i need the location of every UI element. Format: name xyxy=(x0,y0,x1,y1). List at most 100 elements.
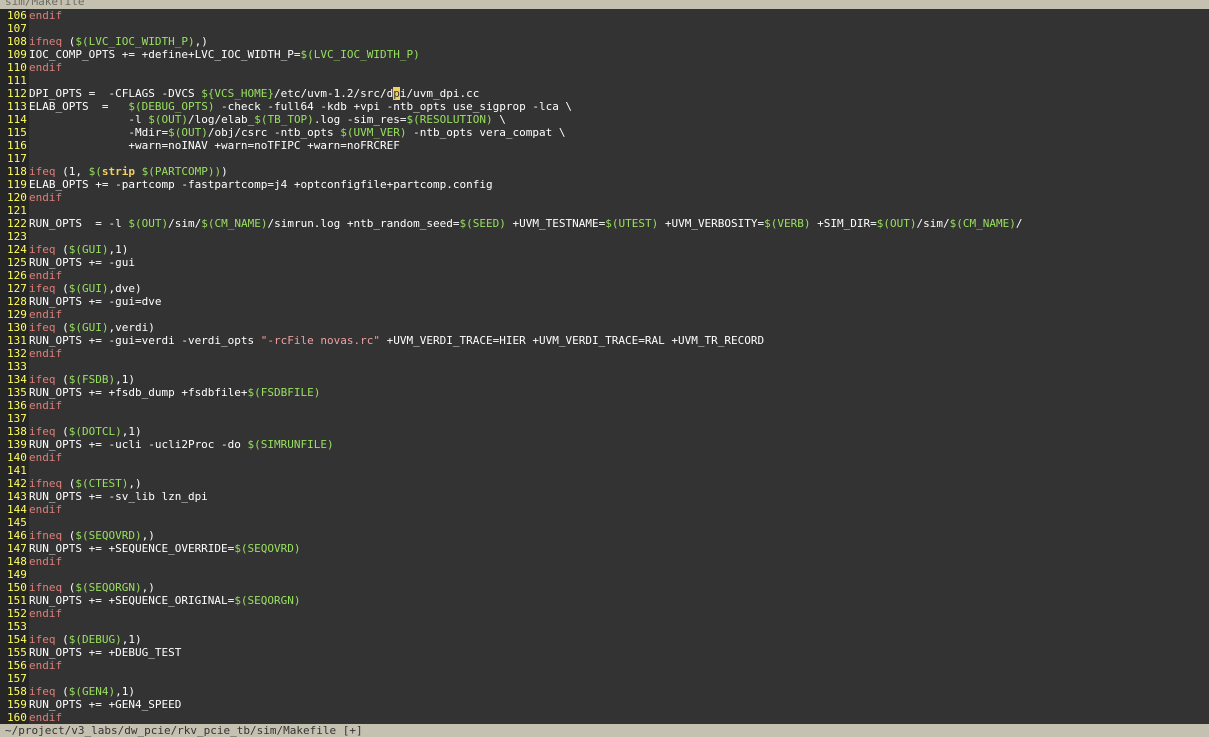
code-line[interactable]: 136 endif xyxy=(0,399,1209,412)
code-line[interactable]: 159 RUN_OPTS += +GEN4_SPEED xyxy=(0,698,1209,711)
code-line[interactable]: 106 endif xyxy=(0,9,1209,22)
code-line[interactable]: 152 endif xyxy=(0,607,1209,620)
code-line[interactable]: 153 xyxy=(0,620,1209,633)
code-line[interactable]: 107 xyxy=(0,22,1209,35)
code-line[interactable]: 146 ifneq ($(SEQOVRD),) xyxy=(0,529,1209,542)
line-number: 127 xyxy=(0,282,29,295)
code-token: $(SEQORGN) xyxy=(75,581,142,594)
editor-buffer[interactable]: 106 endif 107 108 ifneq ($(LVC_IOC_WIDTH_P),… xyxy=(0,9,1209,724)
code-token: ELAB_OPTS += -partcomp -fastpartcomp=j4 … xyxy=(29,178,493,191)
line-code: ifneq ($(SEQOVRD),) xyxy=(29,529,155,542)
code-token: /obj/csrc -ntb_opts xyxy=(207,126,341,139)
code-line[interactable]: 137 xyxy=(0,412,1209,425)
line-code: ifeq ($(DEBUG),1) xyxy=(29,633,142,646)
code-token: endif xyxy=(29,607,63,620)
code-token: endif xyxy=(29,451,63,464)
line-number: 159 xyxy=(0,698,29,711)
code-line[interactable]: 128 RUN_OPTS += -gui=dve xyxy=(0,295,1209,308)
line-code: endif xyxy=(29,347,62,360)
code-token: ( xyxy=(55,685,69,698)
code-line[interactable]: 139 RUN_OPTS += -ucli -ucli2Proc -do $(SI… xyxy=(0,438,1209,451)
code-line[interactable]: 120 endif xyxy=(0,191,1209,204)
code-line[interactable]: 117 xyxy=(0,152,1209,165)
code-line[interactable]: 158 ifeq ($(GEN4),1) xyxy=(0,685,1209,698)
code-line[interactable]: 118 ifeq (1, $(strip $(PARTCOMP))) xyxy=(0,165,1209,178)
code-line[interactable]: 149 xyxy=(0,568,1209,581)
code-line[interactable]: 135 RUN_OPTS += +fsdb_dump +fsdbfile+$(FS… xyxy=(0,386,1209,399)
code-line[interactable]: 109 IOC_COMP_OPTS += +define+LVC_IOC_WIDT… xyxy=(0,48,1209,61)
code-line[interactable]: 130 ifeq ($(GUI),verdi) xyxy=(0,321,1209,334)
code-line[interactable]: 111 xyxy=(0,74,1209,87)
code-line[interactable]: 113 ELAB_OPTS = $(DEBUG_OPTS) -check -ful… xyxy=(0,100,1209,113)
code-line[interactable]: 138 ifeq ($(DOTCL),1) xyxy=(0,425,1209,438)
code-token: RUN_OPTS += -gui=verdi -verdi_opts xyxy=(29,334,261,347)
code-token: ifneq xyxy=(29,35,63,48)
line-number: 141 xyxy=(0,464,29,477)
code-line[interactable]: 115 -Mdir=$(OUT)/obj/csrc -ntb_opts $(UV… xyxy=(0,126,1209,139)
code-line[interactable]: 144 endif xyxy=(0,503,1209,516)
line-code: endif xyxy=(29,399,62,412)
code-line[interactable]: 129 endif xyxy=(0,308,1209,321)
code-line[interactable]: 108 ifneq ($(LVC_IOC_WIDTH_P),) xyxy=(0,35,1209,48)
line-code: +warn=noINAV +warn=noTFIPC +warn=noFRCRE… xyxy=(29,139,400,152)
code-line[interactable]: 119 ELAB_OPTS += -partcomp -fastpartcomp=… xyxy=(0,178,1209,191)
line-number: 125 xyxy=(0,256,29,269)
code-line[interactable]: 147 RUN_OPTS += +SEQUENCE_OVERRIDE=$(SEQO… xyxy=(0,542,1209,555)
line-number: 110 xyxy=(0,61,29,74)
code-line[interactable]: 114 -l $(OUT)/log/elab_$(TB_TOP).log -si… xyxy=(0,113,1209,126)
code-token: -check -full64 -kdb +vpi -ntb_opts use_s… xyxy=(214,100,573,113)
code-line[interactable]: 148 endif xyxy=(0,555,1209,568)
code-token: RUN_OPTS += +SEQUENCE_ORIGINAL= xyxy=(29,594,235,607)
code-line[interactable]: 122 RUN_OPTS = -l $(OUT)/sim/$(CM_NAME)/s… xyxy=(0,217,1209,230)
code-token: /etc/uvm-1.2/src/d xyxy=(274,87,394,100)
line-number: 128 xyxy=(0,295,29,308)
code-line[interactable]: 141 xyxy=(0,464,1209,477)
code-token: endif xyxy=(29,555,63,568)
code-line[interactable]: 160 endif xyxy=(0,711,1209,724)
code-line[interactable]: 132 endif xyxy=(0,347,1209,360)
code-line[interactable]: 155 RUN_OPTS += +DEBUG_TEST xyxy=(0,646,1209,659)
code-line[interactable]: 154 ifeq ($(DEBUG),1) xyxy=(0,633,1209,646)
code-token: /sim/ xyxy=(168,217,202,230)
code-token: $(CM_NAME) xyxy=(949,217,1016,230)
code-line[interactable]: 125 RUN_OPTS += -gui xyxy=(0,256,1209,269)
code-line[interactable]: 156 endif xyxy=(0,659,1209,672)
code-token: /simrun.log +ntb_random_seed= xyxy=(267,217,460,230)
code-line[interactable]: 151 RUN_OPTS += +SEQUENCE_ORIGINAL=$(SEQO… xyxy=(0,594,1209,607)
code-line[interactable]: 124 ifeq ($(GUI),1) xyxy=(0,243,1209,256)
code-token: -ntb_opts vera_compat \ xyxy=(406,126,566,139)
code-token: $(CTEST) xyxy=(75,477,129,490)
code-line[interactable]: 112 DPI_OPTS = -CFLAGS -DVCS ${VCS_HOME}/… xyxy=(0,87,1209,100)
code-line[interactable]: 123 xyxy=(0,230,1209,243)
code-line[interactable]: 150 ifneq ($(SEQORGN),) xyxy=(0,581,1209,594)
code-line[interactable]: 121 xyxy=(0,204,1209,217)
line-number: 117 xyxy=(0,152,29,165)
line-code: endif xyxy=(29,503,62,516)
line-number: 150 xyxy=(0,581,29,594)
code-line[interactable]: 126 endif xyxy=(0,269,1209,282)
code-line[interactable]: 140 endif xyxy=(0,451,1209,464)
code-line[interactable]: 145 xyxy=(0,516,1209,529)
code-line[interactable]: 143 RUN_OPTS += -sv_lib lzn_dpi xyxy=(0,490,1209,503)
tabline: sim/Makefile xyxy=(0,0,1209,9)
code-line[interactable]: 134 ifeq ($(FSDB),1) xyxy=(0,373,1209,386)
line-number: 152 xyxy=(0,607,29,620)
code-token: $(OUT) xyxy=(128,217,169,230)
line-code: RUN_OPTS += +SEQUENCE_ORIGINAL=$(SEQORGN… xyxy=(29,594,301,607)
code-line[interactable]: 110 endif xyxy=(0,61,1209,74)
line-code: endif xyxy=(29,451,62,464)
line-code: -l $(OUT)/log/elab_$(TB_TOP).log -sim_re… xyxy=(29,113,506,126)
code-token: $(SIMRUNFILE) xyxy=(247,438,334,451)
code-line[interactable]: 116 +warn=noINAV +warn=noTFIPC +warn=noF… xyxy=(0,139,1209,152)
text-cursor: p xyxy=(393,87,400,100)
code-line[interactable]: 131 RUN_OPTS += -gui=verdi -verdi_opts "-… xyxy=(0,334,1209,347)
code-token: /sim/ xyxy=(916,217,950,230)
tab-makefile[interactable]: sim/Makefile xyxy=(5,0,84,8)
code-token: RUN_OPTS += -sv_lib lzn_dpi xyxy=(29,490,208,503)
code-line[interactable]: 127 ifeq ($(GUI),dve) xyxy=(0,282,1209,295)
code-line[interactable]: 133 xyxy=(0,360,1209,373)
code-line[interactable]: 157 xyxy=(0,672,1209,685)
line-code: RUN_OPTS += -ucli -ucli2Proc -do $(SIMRU… xyxy=(29,438,334,451)
code-line[interactable]: 142 ifneq ($(CTEST),) xyxy=(0,477,1209,490)
line-number: 136 xyxy=(0,399,29,412)
